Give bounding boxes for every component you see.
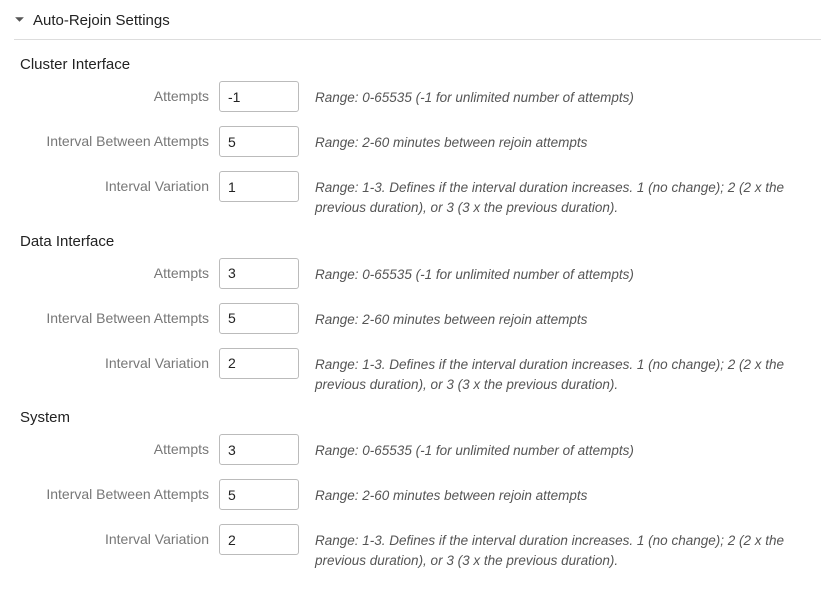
row-interval: Interval Between Attempts Range: 2-60 mi… — [14, 479, 821, 510]
row-variation: Interval Variation Range: 1-3. Defines i… — [14, 524, 821, 572]
field-desc: Range: 1-3. Defines if the interval dura… — [309, 348, 821, 396]
data-interval-input[interactable] — [219, 303, 299, 334]
field-desc: Range: 2-60 minutes between rejoin attem… — [309, 479, 821, 506]
input-cell — [219, 258, 309, 289]
field-desc: Range: 0-65535 (-1 for unlimited number … — [309, 434, 821, 461]
field-label: Interval Between Attempts — [14, 479, 219, 502]
system-interval-input[interactable] — [219, 479, 299, 510]
cluster-attempts-input[interactable] — [219, 81, 299, 112]
field-label: Attempts — [14, 81, 219, 104]
row-variation: Interval Variation Range: 1-3. Defines i… — [14, 171, 821, 219]
field-desc: Range: 1-3. Defines if the interval dura… — [309, 524, 821, 572]
input-cell — [219, 81, 309, 112]
group-data-interface: Data Interface Attempts Range: 0-65535 (… — [14, 233, 821, 396]
group-cluster-interface: Cluster Interface Attempts Range: 0-6553… — [14, 56, 821, 219]
input-cell — [219, 171, 309, 202]
field-desc: Range: 0-65535 (-1 for unlimited number … — [309, 258, 821, 285]
system-variation-input[interactable] — [219, 524, 299, 555]
data-attempts-input[interactable] — [219, 258, 299, 289]
input-cell — [219, 479, 309, 510]
chevron-down-icon — [14, 14, 25, 28]
row-interval: Interval Between Attempts Range: 2-60 mi… — [14, 303, 821, 334]
field-desc: Range: 2-60 minutes between rejoin attem… — [309, 303, 821, 330]
input-cell — [219, 126, 309, 157]
field-label: Interval Variation — [14, 524, 219, 547]
cluster-variation-input[interactable] — [219, 171, 299, 202]
data-variation-input[interactable] — [219, 348, 299, 379]
field-label: Interval Variation — [14, 348, 219, 371]
field-desc: Range: 0-65535 (-1 for unlimited number … — [309, 81, 821, 108]
field-label: Interval Between Attempts — [14, 303, 219, 326]
field-desc: Range: 2-60 minutes between rejoin attem… — [309, 126, 821, 153]
row-attempts: Attempts Range: 0-65535 (-1 for unlimite… — [14, 434, 821, 465]
group-label: Data Interface — [20, 233, 821, 250]
group-label: Cluster Interface — [20, 56, 821, 73]
row-attempts: Attempts Range: 0-65535 (-1 for unlimite… — [14, 81, 821, 112]
cluster-interval-input[interactable] — [219, 126, 299, 157]
field-label: Attempts — [14, 434, 219, 457]
field-label: Attempts — [14, 258, 219, 281]
group-system: System Attempts Range: 0-65535 (-1 for u… — [14, 409, 821, 572]
input-cell — [219, 348, 309, 379]
row-attempts: Attempts Range: 0-65535 (-1 for unlimite… — [14, 258, 821, 289]
row-interval: Interval Between Attempts Range: 2-60 mi… — [14, 126, 821, 157]
row-variation: Interval Variation Range: 1-3. Defines i… — [14, 348, 821, 396]
section-header[interactable]: Auto-Rejoin Settings — [14, 12, 821, 40]
section-title: Auto-Rejoin Settings — [33, 12, 170, 29]
input-cell — [219, 524, 309, 555]
field-desc: Range: 1-3. Defines if the interval dura… — [309, 171, 821, 219]
input-cell — [219, 434, 309, 465]
system-attempts-input[interactable] — [219, 434, 299, 465]
group-label: System — [20, 409, 821, 426]
field-label: Interval Between Attempts — [14, 126, 219, 149]
field-label: Interval Variation — [14, 171, 219, 194]
input-cell — [219, 303, 309, 334]
